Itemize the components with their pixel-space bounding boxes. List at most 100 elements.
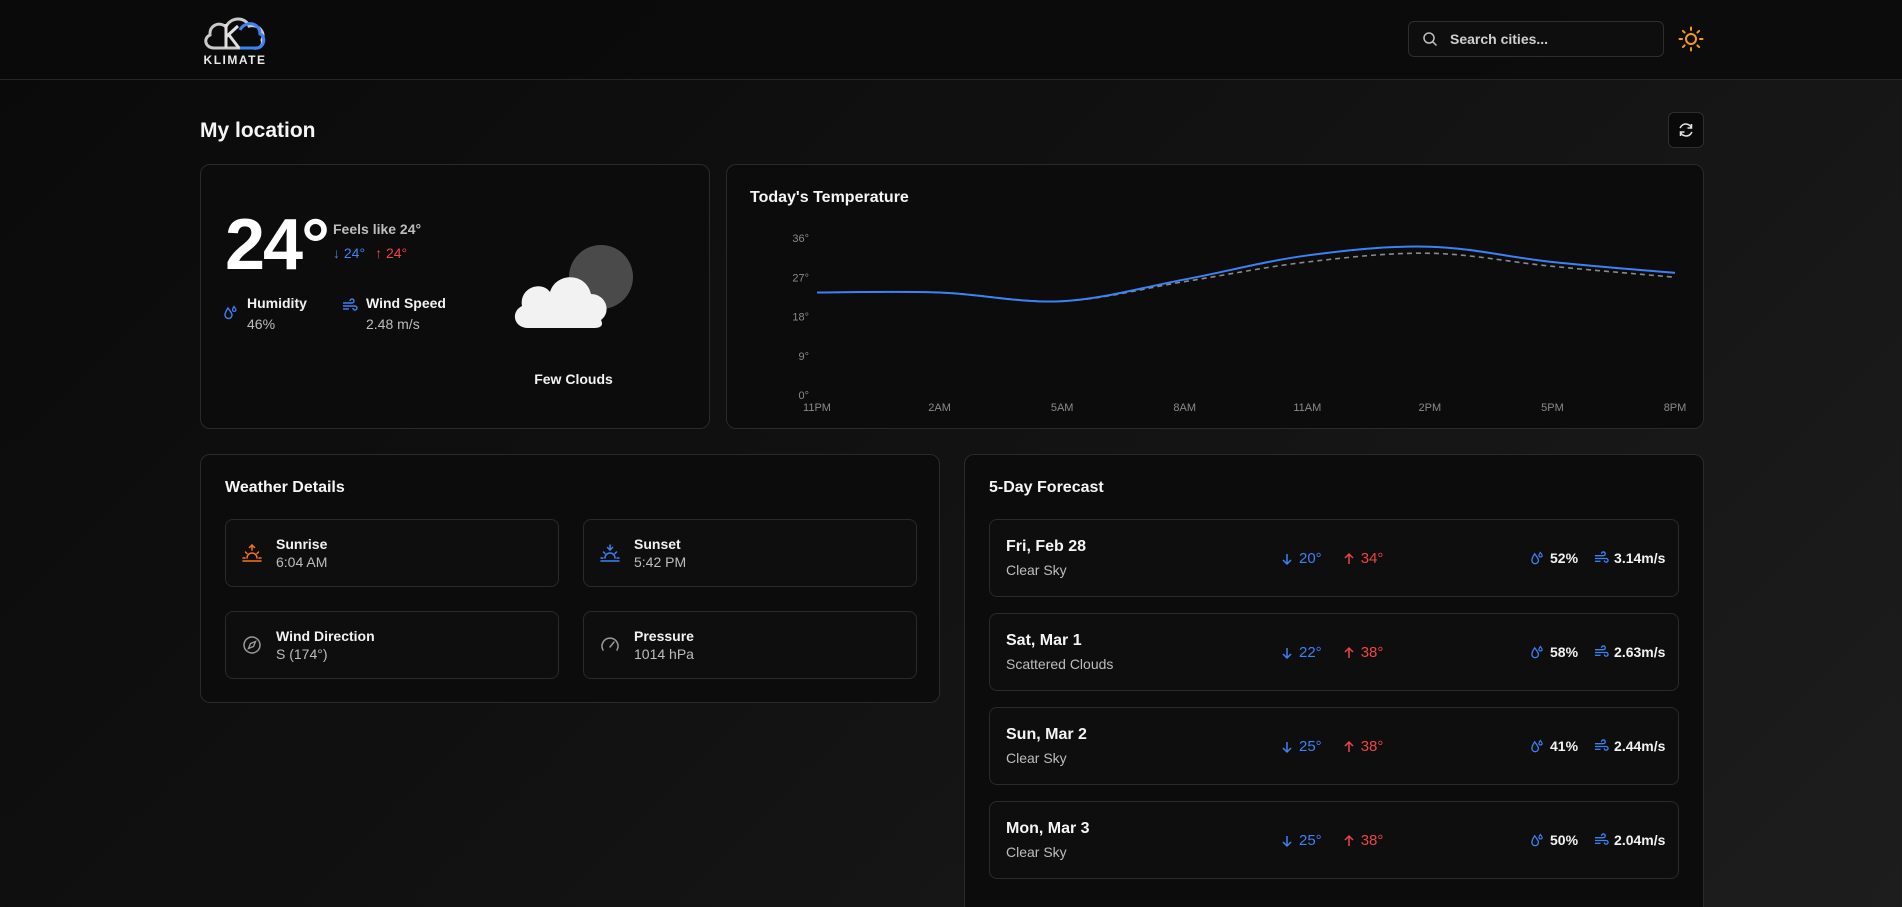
forecast-extra: 58% 2.63m/s	[1530, 644, 1665, 660]
y-tick-label: 27°	[792, 272, 809, 284]
refresh-icon	[1679, 123, 1693, 137]
weather-details-card: Weather Details Sunrise 6:04 AM Sunset 5…	[200, 454, 940, 703]
x-tick-label: 11AM	[1293, 402, 1321, 414]
min-temp-value: 24°	[343, 245, 366, 261]
forecast-row: Sat, Mar 1 Scattered Clouds 22° 38° 58% 2.63m…	[989, 613, 1679, 691]
forecast-extra: 52% 3.14m/s	[1530, 550, 1665, 566]
humidity-value: 46%	[247, 316, 276, 332]
forecast-max-value: 38°	[1360, 738, 1384, 755]
arrow-down-icon	[1282, 835, 1292, 847]
sunset-icon	[600, 544, 620, 562]
forecast-humidity: 41%	[1530, 738, 1578, 754]
arrow-up-icon	[1344, 552, 1354, 564]
droplets-icon	[1531, 832, 1543, 846]
forecast-description: Clear Sky	[1006, 750, 1067, 766]
forecast-humidity: 52%	[1530, 550, 1578, 566]
wind-icon	[1594, 550, 1609, 563]
x-tick-label: 11PM	[803, 402, 831, 414]
x-tick-label: 8PM	[1664, 402, 1687, 414]
forecast-wind: 2.44m/s	[1594, 738, 1665, 754]
few-clouds-icon	[514, 245, 633, 328]
forecast-min-value: 20°	[1299, 550, 1322, 567]
forecast-description: Scattered Clouds	[1006, 656, 1114, 672]
wind-direction-value: S (174°)	[276, 646, 328, 662]
forecast-max: 38°	[1342, 832, 1383, 849]
sunrise-icon	[242, 543, 262, 562]
forecast-min-value: 22°	[1299, 644, 1322, 661]
forecast-humidity-value: 52%	[1550, 550, 1579, 566]
droplets-icon	[1531, 550, 1543, 564]
humidity-label: Humidity	[247, 295, 307, 311]
droplets-icon	[224, 305, 237, 320]
droplets-icon	[1531, 644, 1543, 658]
x-tick-label: 2PM	[1419, 402, 1442, 414]
forecast-wind: 2.04m/s	[1594, 832, 1665, 848]
cloud-logo-icon	[204, 17, 266, 50]
forecast-row: Sun, Mar 2 Clear Sky 25° 38° 41% 2.44m/s	[989, 707, 1679, 785]
arrow-down-icon	[1282, 553, 1292, 565]
current-weather-card: 24° Feels like 24° ↓ 24° ↑ 24° Humidity …	[200, 164, 710, 429]
detail-pressure: Pressure 1014 hPa	[583, 611, 917, 679]
forecast-extra: 50% 2.04m/s	[1530, 832, 1665, 848]
detail-sunrise: Sunrise 6:04 AM	[225, 519, 559, 587]
arrow-down-icon	[1282, 647, 1292, 659]
wind-icon	[343, 298, 358, 311]
forecast-description: Clear Sky	[1006, 562, 1067, 578]
temperature-chart-card: Today's Temperature 0° 9° 18° 27° 36° 11PM 2AM…	[726, 164, 1704, 429]
min-max-temperature: ↓ 24° ↑ 24°	[333, 245, 407, 261]
compass-icon	[243, 636, 261, 654]
theme-toggle-button[interactable]	[1678, 26, 1704, 52]
y-tick-label: 18°	[792, 312, 809, 324]
max-temp-value: 24°	[385, 245, 408, 261]
app-header: KLIMATE Search cities...	[0, 0, 1902, 80]
forecast-title: 5-Day Forecast	[989, 479, 1104, 496]
forecast-max: 38°	[1342, 644, 1383, 661]
forecast-min: 22°	[1280, 644, 1322, 661]
wind-icon	[1594, 738, 1609, 751]
humidity-stat: Humidity 46%	[223, 295, 307, 332]
arrow-up-icon	[1344, 834, 1354, 846]
forecast-wind: 2.63m/s	[1594, 644, 1665, 660]
x-tick-label: 5PM	[1541, 402, 1564, 414]
forecast-temps: 22° 38°	[1280, 644, 1383, 661]
forecast-date: Fri, Feb 28	[1006, 538, 1087, 555]
temperature-line-chart: 0° 9° 18° 27° 36° 11PM 2AM 5AM 8AM 11AM 2PM 5PM 8PM	[792, 233, 1687, 414]
sunrise-label: Sunrise	[276, 536, 328, 552]
forecast-wind-value: 2.04m/s	[1614, 832, 1666, 848]
search-placeholder: Search cities...	[1450, 31, 1549, 47]
wind-icon	[1594, 644, 1609, 657]
forecast-date: Sat, Mar 1	[1006, 632, 1082, 649]
y-tick-label: 9°	[798, 351, 809, 363]
forecast-humidity-value: 50%	[1550, 832, 1579, 848]
detail-sunset: Sunset 5:42 PM	[583, 519, 917, 587]
forecast-wind-value: 2.63m/s	[1614, 644, 1666, 660]
forecast-max-value: 34°	[1360, 550, 1384, 567]
forecast-date: Mon, Mar 3	[1006, 820, 1090, 837]
pressure-label: Pressure	[634, 628, 694, 644]
forecast-humidity: 50%	[1530, 832, 1578, 848]
x-tick-label: 8AM	[1173, 402, 1196, 414]
klimate-logo[interactable]: KLIMATE	[200, 10, 270, 68]
wind-speed-label: Wind Speed	[366, 295, 446, 311]
forecast-min: 20°	[1280, 550, 1322, 567]
max-temp: ↑ 24°	[375, 245, 408, 261]
city-search-button[interactable]: Search cities...	[1408, 21, 1664, 57]
forecast-temps: 25° 38°	[1280, 738, 1383, 755]
droplets-icon	[1531, 738, 1543, 752]
forecast-min-value: 25°	[1299, 738, 1322, 755]
forecast-row: Fri, Feb 28 Clear Sky 20° 34° 52% 3.14m/s	[989, 519, 1679, 597]
y-tick-label: 36°	[792, 233, 809, 245]
forecast-max: 34°	[1342, 550, 1384, 567]
logo-text: KLIMATE	[203, 53, 267, 67]
forecast-wind: 3.14m/s	[1594, 550, 1665, 566]
wind-speed-value: 2.48 m/s	[366, 316, 420, 332]
temperature-line	[816, 245, 1676, 303]
wind-speed-stat: Wind Speed 2.48 m/s	[342, 295, 446, 332]
page-title: My location	[200, 119, 316, 142]
x-tick-label: 5AM	[1051, 402, 1074, 414]
sunset-value: 5:42 PM	[634, 554, 687, 570]
forecast-date: Sun, Mar 2	[1006, 726, 1087, 743]
forecast-temps: 25° 38°	[1280, 832, 1383, 849]
refresh-button[interactable]	[1668, 112, 1704, 148]
y-tick-label: 0°	[798, 390, 809, 402]
